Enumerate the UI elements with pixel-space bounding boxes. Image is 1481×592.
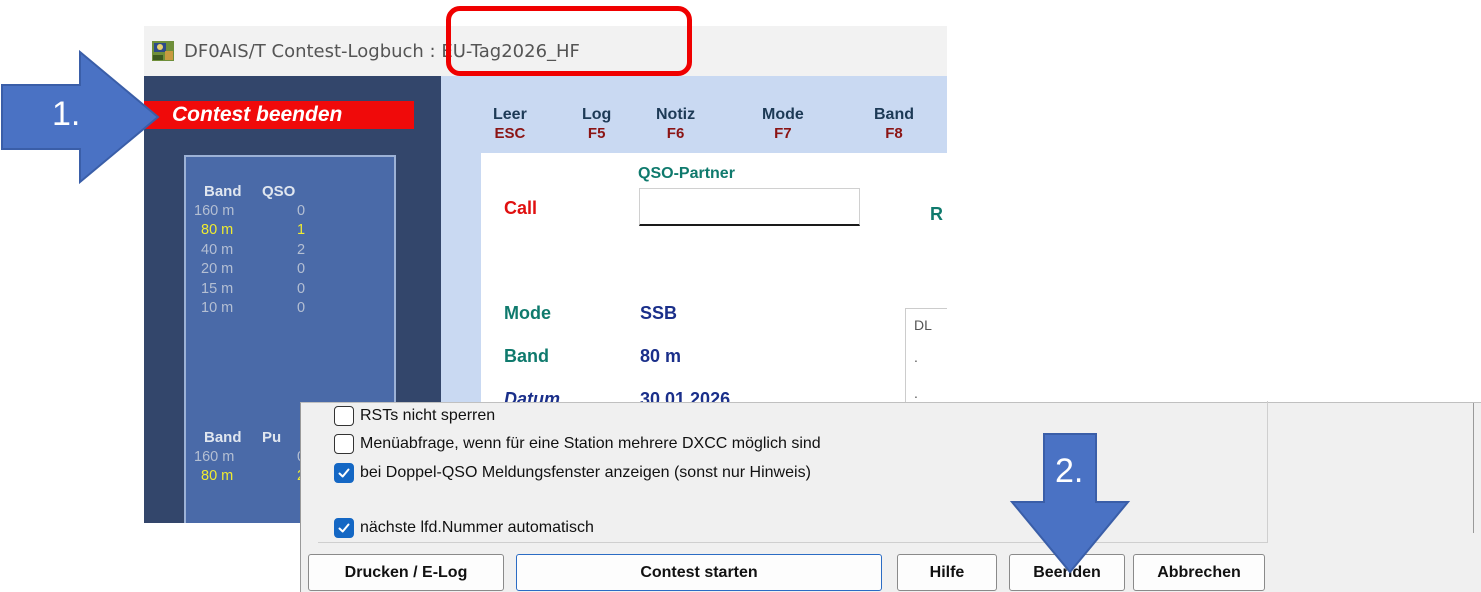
fkey-shortcut: ESC	[494, 125, 526, 142]
fkey-shortcut: F5	[587, 125, 606, 142]
start-contest-button[interactable]: Contest starten	[516, 554, 882, 591]
step1-arrow-icon	[1, 49, 160, 185]
option-dupe-window[interactable]: bei Doppel-QSO Meldungsfenster anzeigen …	[334, 462, 811, 484]
call-input[interactable]	[639, 188, 860, 226]
option-rst-unlock[interactable]: RSTs nicht sperren	[334, 405, 495, 427]
checkbox-unchecked[interactable]	[334, 434, 354, 454]
band-cell: 160 m	[194, 202, 235, 219]
option-label: RSTs nicht sperren	[360, 407, 496, 424]
dot-marker: .	[914, 385, 918, 401]
count-cell: 0	[297, 280, 306, 297]
cancel-button[interactable]: Abbrechen	[1133, 554, 1265, 591]
fkey-label: Leer	[493, 106, 527, 123]
fkey-mode[interactable]: Mode F7	[762, 106, 804, 142]
rst-label: R	[930, 204, 943, 224]
band-cell: 20 m	[201, 261, 234, 277]
call-label: Call	[504, 198, 538, 218]
contest-settings-dialog: RSTs nicht sperren Menüabfrage, wenn für…	[300, 401, 1481, 592]
band-cell: 80 m	[201, 222, 234, 238]
checkmark-icon	[338, 468, 350, 478]
column-header-qso: QSO	[262, 183, 296, 200]
print-elog-button[interactable]: Drucken / E-Log	[308, 554, 504, 591]
dl-label: DL	[914, 317, 932, 333]
band-cell: 40 m	[201, 241, 234, 258]
count-cell: 0	[297, 202, 306, 219]
function-key-bar: Leer ESC Log F5 Notiz F6 Mode F7 Band F8	[441, 106, 947, 146]
fkey-shortcut: F6	[666, 125, 685, 142]
mode-label: Mode	[504, 303, 551, 323]
band-value[interactable]: 80 m	[640, 346, 681, 367]
checkbox-checked[interactable]	[334, 518, 354, 538]
fkey-notiz[interactable]: Notiz F6	[656, 106, 695, 142]
fkey-label: Band	[874, 106, 914, 123]
count-cell: 2	[297, 241, 306, 258]
mode-value[interactable]: SSB	[640, 303, 677, 324]
fkey-label: Log	[582, 106, 612, 123]
checkbox-unchecked[interactable]	[334, 406, 354, 426]
qso-partner-label: QSO-Partner	[638, 165, 735, 182]
checkmark-icon	[338, 523, 350, 533]
checkbox-checked[interactable]	[334, 463, 354, 483]
fkey-log[interactable]: Log F5	[582, 106, 611, 142]
fkey-label: Mode	[762, 106, 804, 123]
count-cell: 0	[297, 261, 306, 277]
count-cell: 1	[297, 222, 306, 238]
column-header-points: Pu	[262, 429, 282, 446]
fkey-shortcut: F8	[885, 125, 903, 142]
contest-end-button[interactable]: Contest beenden	[144, 101, 414, 129]
option-auto-number[interactable]: nächste lfd.Nummer automatisch	[334, 517, 594, 539]
step1-label: 1.	[52, 95, 81, 133]
option-label: nächste lfd.Nummer automatisch	[360, 519, 594, 536]
column-header-band: Band	[204, 183, 242, 200]
count-cell: 0	[297, 300, 306, 316]
band-cell: 15 m	[201, 280, 234, 297]
dialog-edge	[1473, 403, 1474, 533]
help-button[interactable]: Hilfe	[897, 554, 997, 591]
band-label: Band	[504, 346, 549, 366]
column-header-band: Band	[204, 429, 242, 446]
fkey-shortcut: F7	[774, 125, 792, 142]
band-cell: 160 m	[194, 448, 235, 465]
option-label: Menüabfrage, wenn für eine Station mehre…	[360, 435, 821, 452]
dot-marker: .	[914, 349, 918, 365]
band-cell: 10 m	[201, 300, 234, 316]
band-cell: 80 m	[201, 468, 234, 484]
option-label: bei Doppel-QSO Meldungsfenster anzeigen …	[360, 464, 811, 481]
fkey-label: Notiz	[656, 106, 696, 123]
step2-label: 2.	[1055, 452, 1084, 490]
highlight-rectangle	[446, 6, 692, 76]
option-dxcc-menu[interactable]: Menüabfrage, wenn für eine Station mehre…	[334, 433, 821, 455]
fkey-band[interactable]: Band F8	[874, 106, 914, 142]
fkey-leer[interactable]: Leer ESC	[493, 106, 527, 142]
